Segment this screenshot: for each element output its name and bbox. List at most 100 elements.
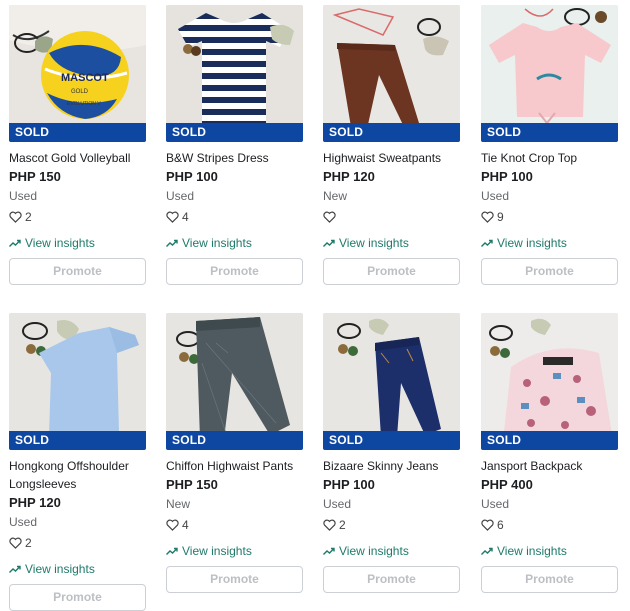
promote-button[interactable]: Promote [481,258,618,285]
view-insights-label: View insights [339,236,409,250]
listing-condition: Used [9,189,38,203]
listing-card[interactable]: SOLD Tie Knot Crop Top PHP 100 Used 9 Vi… [481,5,618,285]
trending-up-icon [323,547,335,555]
view-insights-label: View insights [497,236,567,250]
likes-count: 4 [166,516,303,534]
trending-up-icon [166,547,178,555]
heart-outline-icon [9,211,22,223]
likes-number: 4 [182,518,189,532]
likes-count: 9 [481,208,618,226]
listing-title[interactable]: B&W Stripes Dress [166,149,303,167]
view-insights-link[interactable]: View insights [481,543,618,559]
view-insights-label: View insights [497,544,567,558]
listing-photo-blue-top[interactable]: SOLD [9,313,146,450]
likes-number: 2 [339,518,346,532]
listing-photo-striped-dress[interactable]: SOLD [166,5,303,142]
listing-price: PHP 400 [481,477,533,492]
likes-count [323,208,460,226]
sold-badge: SOLD [9,431,146,450]
promote-button[interactable]: Promote [166,566,303,593]
heart-outline-icon [9,537,22,549]
view-insights-link[interactable]: View insights [323,235,460,251]
listing-condition: Used [9,515,38,529]
listing-card[interactable]: MASCOT GOLD EVOLUTION V SOLD Mascot Gold… [9,5,146,285]
listing-price: PHP 150 [9,169,61,184]
trending-up-icon [9,565,21,573]
listing-price: PHP 150 [166,477,218,492]
listing-condition: New [323,189,348,203]
listing-photo-brown-pants[interactable]: SOLD [323,5,460,142]
listing-price: PHP 120 [323,169,375,184]
backpack-image [481,313,618,450]
promote-button[interactable]: Promote [481,566,618,593]
listing-condition: Used [481,497,510,511]
view-insights-label: View insights [182,236,252,250]
listing-card[interactable]: SOLD Hongkong Offshoulder Longsleeves PH… [9,313,146,611]
sold-badge: SOLD [9,123,146,142]
svg-text:GOLD: GOLD [71,89,89,95]
listing-price: PHP 100 [323,477,375,492]
listing-condition: Used [481,189,510,203]
listing-condition: Used [323,497,352,511]
listing-title[interactable]: Bizaare Skinny Jeans [323,457,460,475]
listing-condition: Used [166,189,195,203]
blue-top-image [9,313,146,450]
listing-photo-gray-pants[interactable]: SOLD [166,313,303,450]
heart-outline-icon [166,211,179,223]
trending-up-icon [481,239,493,247]
view-insights-link[interactable]: View insights [323,543,460,559]
promote-button[interactable]: Promote [9,584,146,611]
listing-card[interactable]: SOLD B&W Stripes Dress PHP 100 Used 4 Vi… [166,5,303,285]
listing-photo-pink-top[interactable]: SOLD [481,5,618,142]
trending-up-icon [481,547,493,555]
sold-badge: SOLD [481,123,618,142]
likes-number: 2 [25,536,32,550]
listing-title[interactable]: Highwaist Sweatpants [323,149,460,167]
listing-title[interactable]: Tie Knot Crop Top [481,149,618,167]
listing-card[interactable]: SOLD Highwaist Sweatpants PHP 120 New Vi… [323,5,460,285]
promote-button[interactable]: Promote [166,258,303,285]
view-insights-label: View insights [182,544,252,558]
view-insights-link[interactable]: View insights [166,235,303,251]
listing-card[interactable]: SOLD Chiffon Highwaist Pants PHP 150 New… [166,313,303,593]
view-insights-link[interactable]: View insights [9,235,146,251]
view-insights-link[interactable]: View insights [9,561,146,577]
promote-button[interactable]: Promote [323,566,460,593]
sold-badge: SOLD [323,123,460,142]
likes-count: 2 [9,534,146,552]
listing-price: PHP 120 [9,495,61,510]
likes-number: 2 [25,210,32,224]
pink-top-image [481,5,618,142]
view-insights-label: View insights [339,544,409,558]
trending-up-icon [9,239,21,247]
volleyball-image: MASCOT GOLD EVOLUTION V [9,5,146,142]
heart-outline-icon [481,211,494,223]
view-insights-link[interactable]: View insights [481,235,618,251]
view-insights-link[interactable]: View insights [166,543,303,559]
listing-card[interactable]: SOLD Jansport Backpack PHP 400 Used 6 Vi… [481,313,618,593]
brown-pants-image [323,5,460,142]
view-insights-label: View insights [25,562,95,576]
listing-title[interactable]: Mascot Gold Volleyball [9,149,146,167]
likes-count: 6 [481,516,618,534]
likes-number: 6 [497,518,504,532]
likes-count: 2 [323,516,460,534]
listing-title[interactable]: Chiffon Highwaist Pants [166,457,303,475]
trending-up-icon [323,239,335,247]
promote-button[interactable]: Promote [9,258,146,285]
listing-condition: New [166,497,191,511]
listing-photo-volleyball[interactable]: MASCOT GOLD EVOLUTION V SOLD [9,5,146,142]
promote-button[interactable]: Promote [323,258,460,285]
sold-badge: SOLD [166,431,303,450]
svg-text:MASCOT: MASCOT [61,72,109,84]
listing-title[interactable]: Jansport Backpack [481,457,618,475]
listing-title[interactable]: Hongkong Offshoulder Longsleeves [9,457,146,493]
sold-badge: SOLD [166,123,303,142]
listing-photo-backpack[interactable]: SOLD [481,313,618,450]
likes-number: 4 [182,210,189,224]
listing-card[interactable]: SOLD Bizaare Skinny Jeans PHP 100 Used 2… [323,313,460,593]
heart-outline-icon [323,519,336,531]
listing-photo-jeans[interactable]: SOLD [323,313,460,450]
sold-badge: SOLD [323,431,460,450]
view-insights-label: View insights [25,236,95,250]
